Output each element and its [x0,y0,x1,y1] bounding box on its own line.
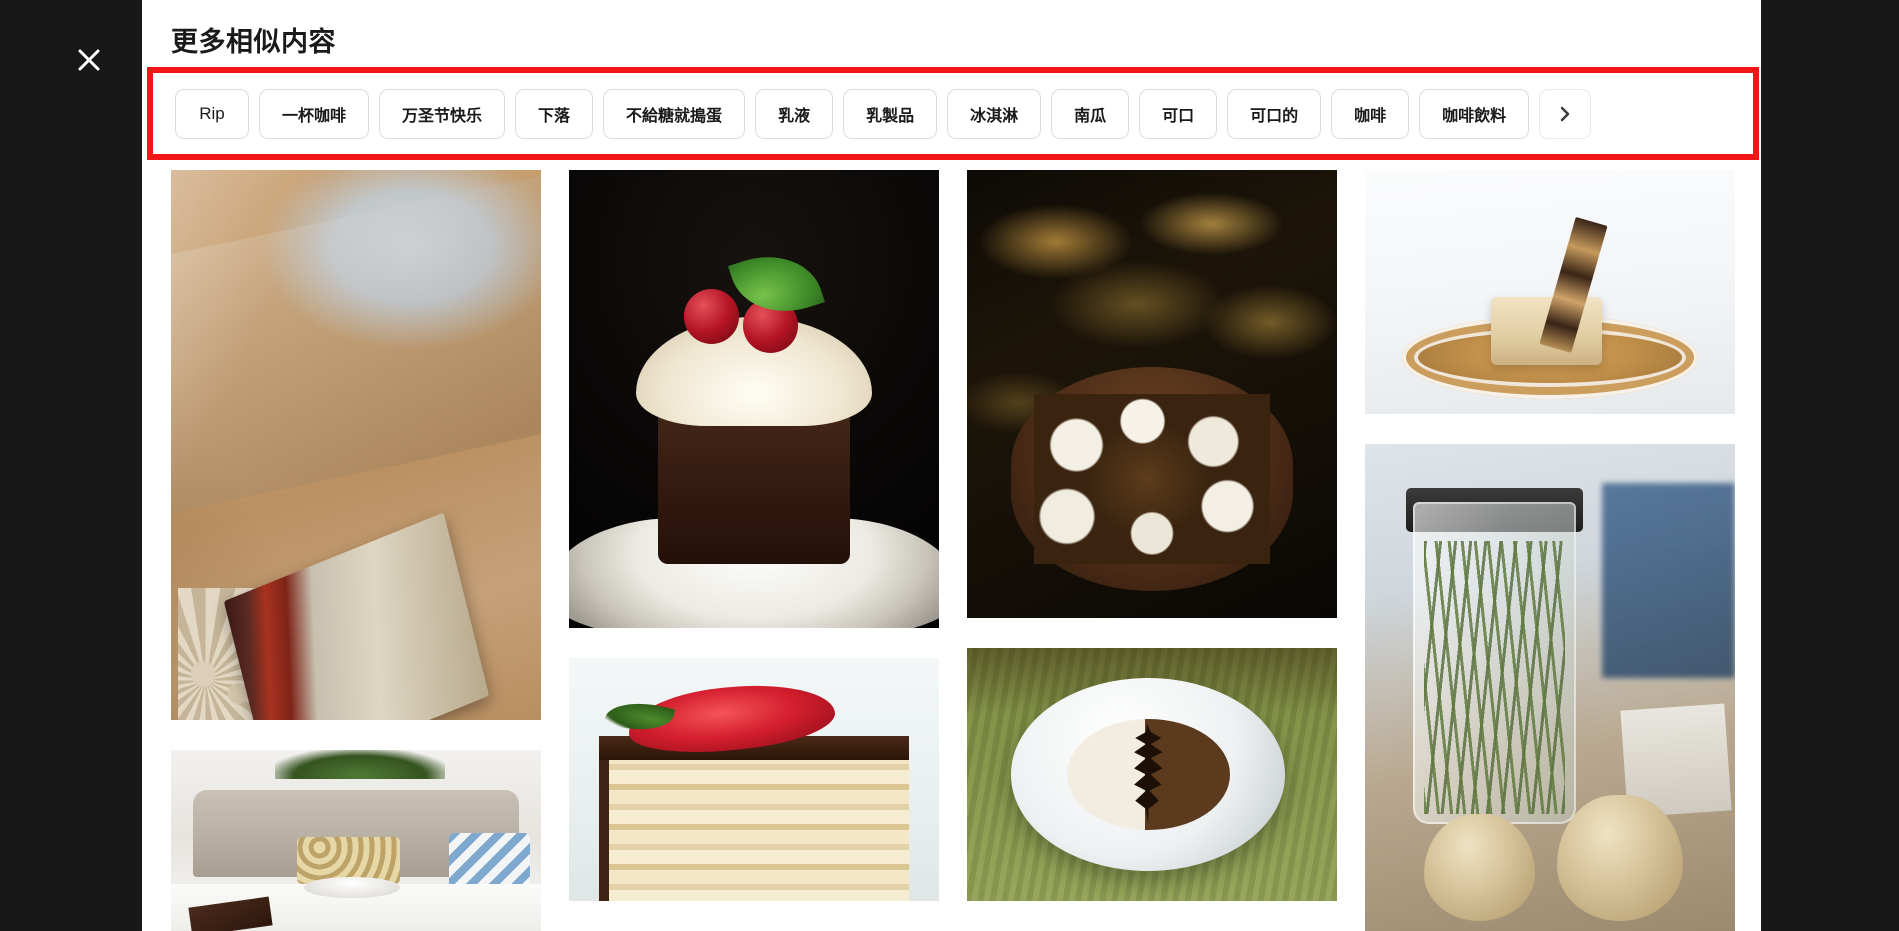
tag-chip[interactable]: Rip [175,88,249,139]
grid-column [569,170,939,931]
close-glyph [78,49,100,71]
close-icon[interactable] [67,38,111,82]
tag-chip[interactable]: 咖啡 [1331,88,1410,139]
tag-chip[interactable]: 乳液 [755,88,834,139]
result-image-gold-frosted-cake-on-stand-in-living-room[interactable] [171,750,541,931]
tag-chip[interactable]: 咖啡飲料 [1419,88,1530,139]
tag-chip[interactable]: 下落 [515,88,594,139]
page-title: 更多相似内容 [171,27,336,57]
tag-chip[interactable]: 冰淇淋 [947,88,1042,139]
tag-chip[interactable]: 可口的 [1227,88,1322,139]
tag-chip[interactable]: 万圣节快乐 [379,88,506,139]
tagbar-highlight-box: Rip 一杯咖啡 万圣节快乐 下落 不給糖就搗蛋 乳液 乳製品 冰淇淋 南瓜 可口 可口的 咖啡 咖啡飲… [147,67,1759,160]
tag-chip[interactable]: 不給糖就搗蛋 [603,88,746,139]
tag-chip[interactable]: 一杯咖啡 [259,88,370,139]
result-image-takeaway-coffee-cup-with-grass-and-pumpkins[interactable] [1365,444,1735,931]
result-image-tiramisu-with-wafer-on-white-plate[interactable] [1365,170,1735,414]
result-image-chocolate-cupcake-with-cream-and-cherries[interactable] [569,170,939,628]
screen-root: 更多相似内容 Rip 一杯咖啡 万圣节快乐 下落 不給糖就搗蛋 乳液 乳製品 冰淇淋 南瓜 可口可… [0,0,1899,931]
result-image-raspberry-cheesecake-slice-on-kraft-paper[interactable] [171,170,541,720]
result-image-coconut-truffles-in-wooden-bowl[interactable] [967,170,1337,618]
grid-column [967,170,1337,931]
tag-chip[interactable]: 乳製品 [843,88,938,139]
tag-chip-row[interactable]: Rip 一杯咖啡 万圣节快乐 下落 不給糖就搗蛋 乳液 乳製品 冰淇淋 南瓜 可口 可口的 咖啡 咖啡飲… [153,73,1753,154]
grid-column [1365,170,1735,931]
result-image-strawberry-on-layered-cake-slice[interactable] [569,658,939,901]
similar-content-panel: 更多相似内容 Rip 一杯咖啡 万圣节快乐 下落 不給糖就搗蛋 乳液 乳製品 冰淇淋 南瓜 可口可… [142,0,1761,931]
tag-chip[interactable]: 可口 [1139,88,1218,139]
tag-chip[interactable]: 南瓜 [1051,88,1130,139]
chevron-right-icon[interactable] [1539,88,1592,139]
image-results-grid [171,170,1761,931]
result-image-cappuccino-mousse-on-plate-over-green-mat[interactable] [967,648,1337,901]
grid-column [171,170,541,931]
